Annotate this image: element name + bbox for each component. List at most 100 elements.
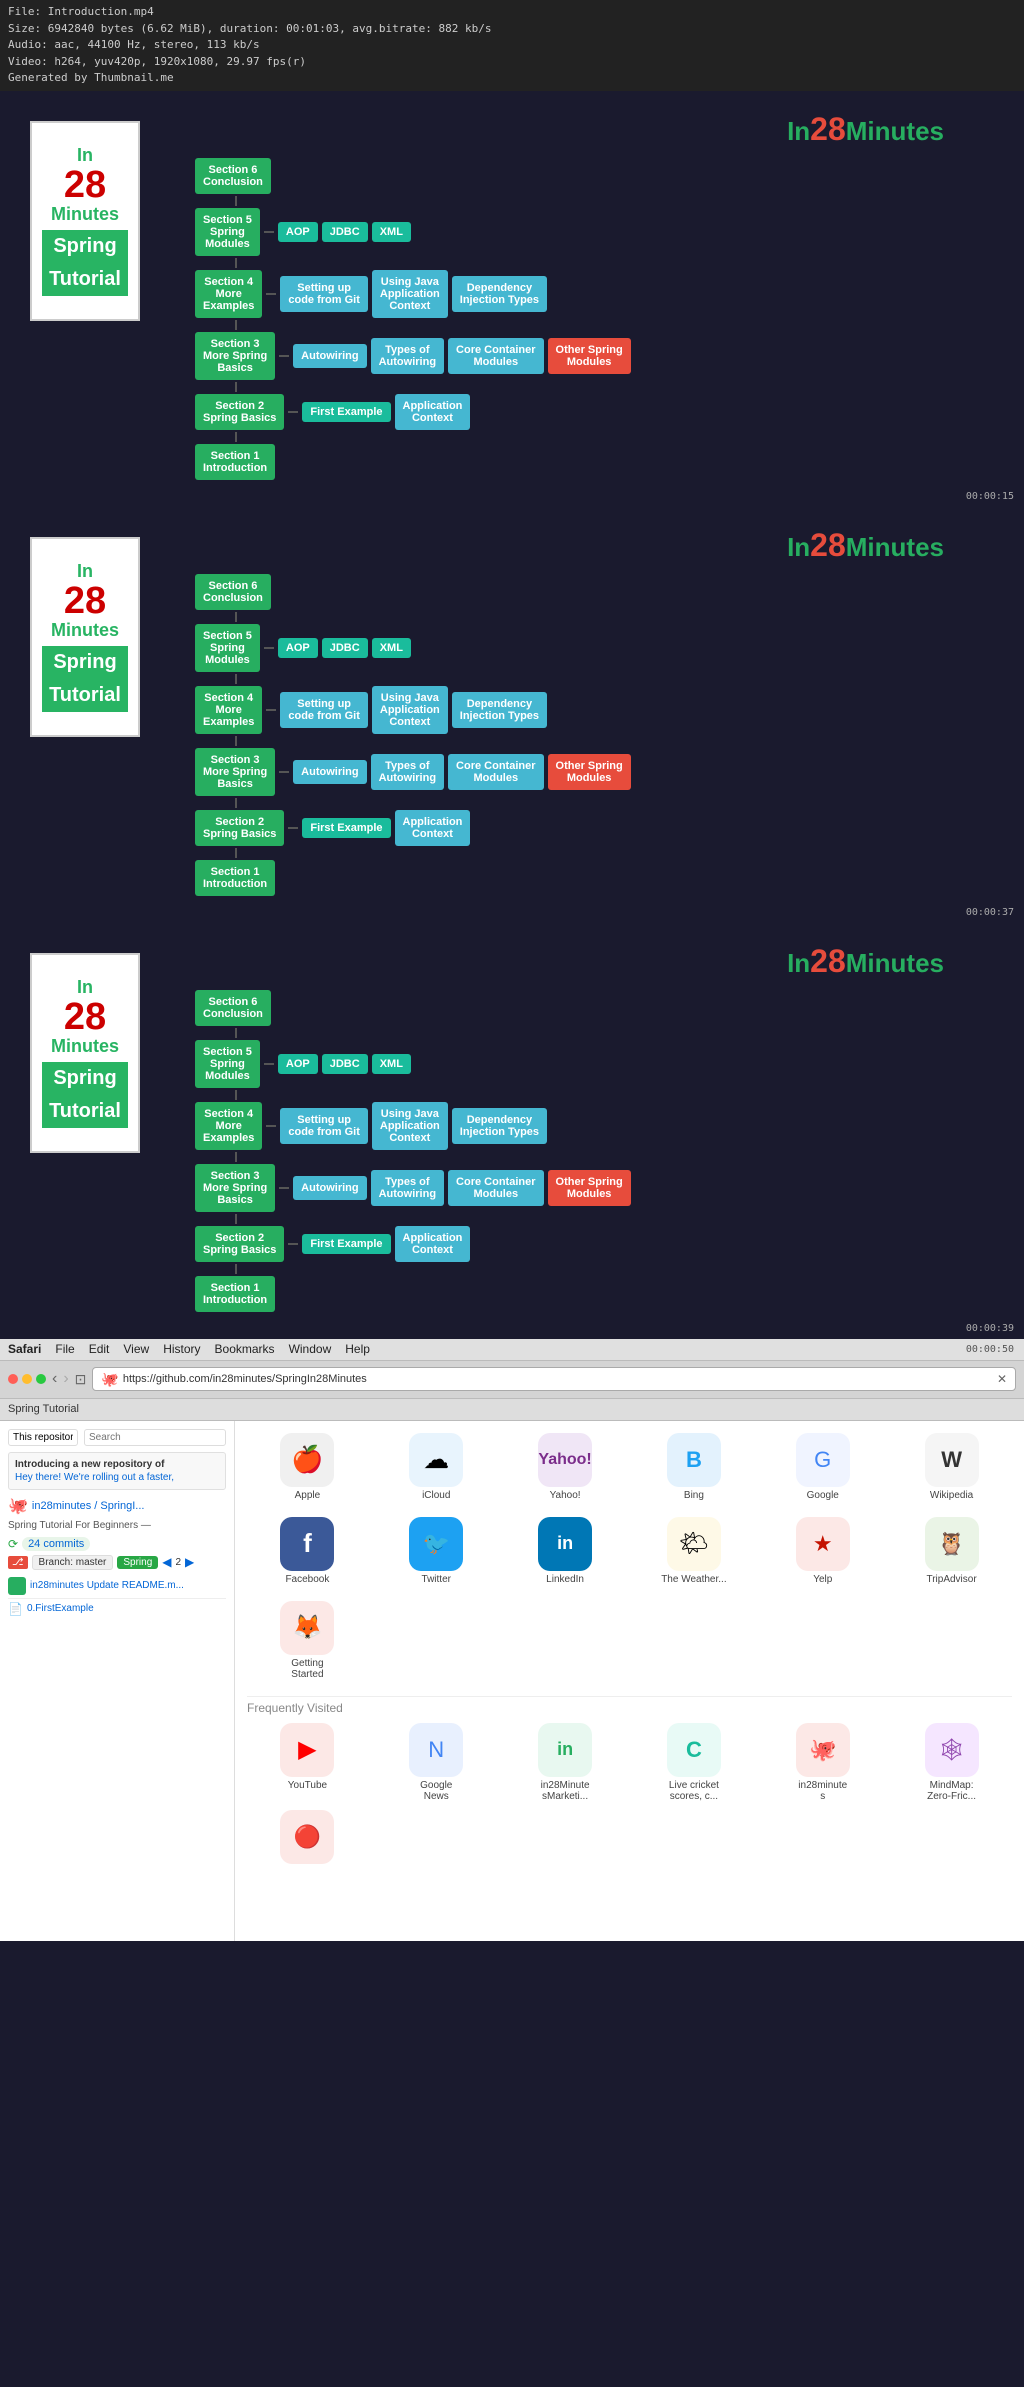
- tag-xml-1: XML: [372, 222, 411, 242]
- icon-weather[interactable]: 🌤 The Weather...: [634, 1517, 755, 1585]
- xml-3: XML: [372, 1054, 411, 1074]
- menu-view[interactable]: View: [123, 1342, 149, 1356]
- icon-bing[interactable]: B Bing: [634, 1433, 755, 1501]
- youtube-icon: ▶: [280, 1723, 334, 1777]
- core-2: Core ContainerModules: [448, 754, 543, 790]
- brand-logo-3: In28Minutes: [40, 938, 1024, 980]
- auto-2: Autowiring: [293, 760, 366, 784]
- commits-count[interactable]: 24 commits: [22, 1537, 90, 1551]
- section2-box-1: Section 2Spring Basics: [195, 394, 284, 430]
- row-s1-1: Section 1Introduction: [195, 444, 715, 480]
- nav-next[interactable]: ▶: [185, 1555, 194, 1569]
- panel-2: In28Minutes In 28 Minutes Spring Tutoria…: [0, 507, 1024, 923]
- menu-window[interactable]: Window: [289, 1342, 332, 1356]
- row-s2-1: Section 2Spring Basics First Example App…: [195, 394, 715, 430]
- commit-text[interactable]: in28minutes Update README.m...: [30, 1580, 184, 1591]
- github-panel: Introducing a new repository of Hey ther…: [0, 1421, 235, 1941]
- cricket-label: Live cricket scores, c...: [669, 1780, 719, 1802]
- branch-row: ⎇ Branch: master Spring ◀ 2 ▶: [8, 1555, 226, 1570]
- nav-prev[interactable]: ◀: [162, 1555, 171, 1569]
- dot-maximize[interactable]: [36, 1374, 46, 1384]
- cricket-icon: C: [667, 1723, 721, 1777]
- icon-twitter[interactable]: 🐦 Twitter: [376, 1517, 497, 1585]
- icon-linkedin[interactable]: in LinkedIn: [505, 1517, 626, 1585]
- browser-toolbar: ‹ › ⊡ 🐙 https://github.com/in28minutes/S…: [0, 1361, 1024, 1399]
- nav-forward[interactable]: ›: [63, 1370, 68, 1388]
- panel-1: In28Minutes In 28 Minutes Spring Tutoria…: [0, 91, 1024, 507]
- fv-mindmap[interactable]: 🕸 MindMap: Zero-Fric...: [891, 1723, 1012, 1802]
- s3-2: Section 3More SpringBasics: [195, 748, 275, 796]
- reload-icon[interactable]: ✕: [997, 1372, 1007, 1386]
- icon-tripadvisor[interactable]: 🦉 TripAdvisor: [891, 1517, 1012, 1585]
- repo-name-row: 🐙 in28minutes / SpringI...: [8, 1496, 226, 1516]
- connector-v-1: [235, 196, 237, 206]
- file-icon: 📄: [8, 1602, 23, 1616]
- s1-2: Section 1Introduction: [195, 860, 275, 896]
- icon-wikipedia[interactable]: W Wikipedia: [891, 1433, 1012, 1501]
- icon-icloud[interactable]: ☁ iCloud: [376, 1433, 497, 1501]
- github-repo-header: [8, 1429, 226, 1446]
- dep-3: DependencyInjection Types: [452, 1108, 547, 1144]
- file-name[interactable]: 0.FirstExample: [27, 1603, 94, 1614]
- brand-28-3: 28: [810, 943, 846, 979]
- bookmark-spring-tutorial[interactable]: Spring Tutorial: [8, 1403, 79, 1415]
- menu-bookmarks[interactable]: Bookmarks: [215, 1342, 275, 1356]
- wikipedia-icon: W: [925, 1433, 979, 1487]
- fv-extra-1[interactable]: 🔴: [247, 1810, 368, 1867]
- icon-yahoo[interactable]: Yahoo! Yahoo!: [505, 1433, 626, 1501]
- menu-edit[interactable]: Edit: [89, 1342, 110, 1356]
- menu-help[interactable]: Help: [345, 1342, 370, 1356]
- nav-back[interactable]: ‹: [52, 1370, 57, 1388]
- fv-googlenews[interactable]: N Google News: [376, 1723, 497, 1802]
- s5-3: Section 5SpringModules: [195, 1040, 260, 1088]
- tripadvisor-icon: 🦉: [925, 1517, 979, 1571]
- brand-minutes-2: Minutes: [846, 532, 944, 562]
- menu-file[interactable]: File: [55, 1342, 74, 1356]
- file-info: File: Introduction.mp4 Size: 6942840 byt…: [0, 0, 1024, 91]
- section3-box-1: Section 3More SpringBasics: [195, 332, 275, 380]
- icloud-icon: ☁: [409, 1433, 463, 1487]
- browser-content: Introducing a new repository of Hey ther…: [0, 1421, 1024, 1941]
- url-text[interactable]: https://github.com/in28minutes/SpringIn2…: [123, 1373, 993, 1385]
- github-icon: 🐙: [101, 1371, 118, 1388]
- fv-cricket[interactable]: C Live cricket scores, c...: [634, 1723, 755, 1802]
- tag-java-app-1: Using JavaApplicationContext: [372, 270, 448, 318]
- menu-history[interactable]: History: [163, 1342, 200, 1356]
- github-alert-title: Introducing a new repository of: [15, 1459, 219, 1470]
- section4-box-1: Section 4MoreExamples: [195, 270, 262, 318]
- icon-yelp[interactable]: ★ Yelp: [762, 1517, 883, 1585]
- tag-core-container-1: Core ContainerModules: [448, 338, 543, 374]
- github-alert: Introducing a new repository of Hey ther…: [8, 1452, 226, 1490]
- brand-logo-2: In28Minutes: [40, 522, 1024, 564]
- dot-minimize[interactable]: [22, 1374, 32, 1384]
- git-2: Setting upcode from Git: [280, 692, 368, 728]
- github-alert-link[interactable]: Hey there! We're rolling out a faster,: [15, 1472, 219, 1483]
- github-search-input[interactable]: [84, 1429, 226, 1446]
- aop-3: AOP: [278, 1054, 318, 1074]
- logo-tutorial-1: Tutorial: [42, 263, 128, 296]
- repo-name[interactable]: in28minutes / SpringI...: [32, 1500, 145, 1512]
- tag-types-autowiring-1: Types ofAutowiring: [371, 338, 444, 374]
- yelp-label: Yelp: [813, 1574, 832, 1585]
- icon-google[interactable]: G Google: [762, 1433, 883, 1501]
- fv-youtube[interactable]: ▶ YouTube: [247, 1723, 368, 1802]
- icon-facebook[interactable]: f Facebook: [247, 1517, 368, 1585]
- icon-firefox[interactable]: 🦊 Getting Started: [247, 1601, 368, 1680]
- googlenews-label: Google News: [420, 1780, 452, 1802]
- icon-apple[interactable]: 🍎 Apple: [247, 1433, 368, 1501]
- fv-in28marketing[interactable]: in in28Minute sMarketi...: [505, 1723, 626, 1802]
- tag-first-example-1: First Example: [302, 402, 390, 422]
- github-this-repo[interactable]: [8, 1429, 78, 1446]
- yahoo-label: Yahoo!: [550, 1490, 581, 1501]
- icloud-label: iCloud: [422, 1490, 450, 1501]
- dot-close[interactable]: [8, 1374, 18, 1384]
- menu-safari[interactable]: Safari: [8, 1342, 41, 1356]
- tripadvisor-label: TripAdvisor: [926, 1574, 976, 1585]
- dep-2: DependencyInjection Types: [452, 692, 547, 728]
- file-row: 📄 0.FirstExample: [8, 1599, 226, 1619]
- commit-row: in28minutes Update README.m...: [8, 1574, 226, 1599]
- file-info-line1: File: Introduction.mp4: [8, 4, 1016, 21]
- nav-tab-list[interactable]: ⊡: [75, 1371, 87, 1388]
- branch-selector[interactable]: Branch: master: [32, 1555, 114, 1570]
- fv-in28github[interactable]: 🐙 in28minute s: [762, 1723, 883, 1802]
